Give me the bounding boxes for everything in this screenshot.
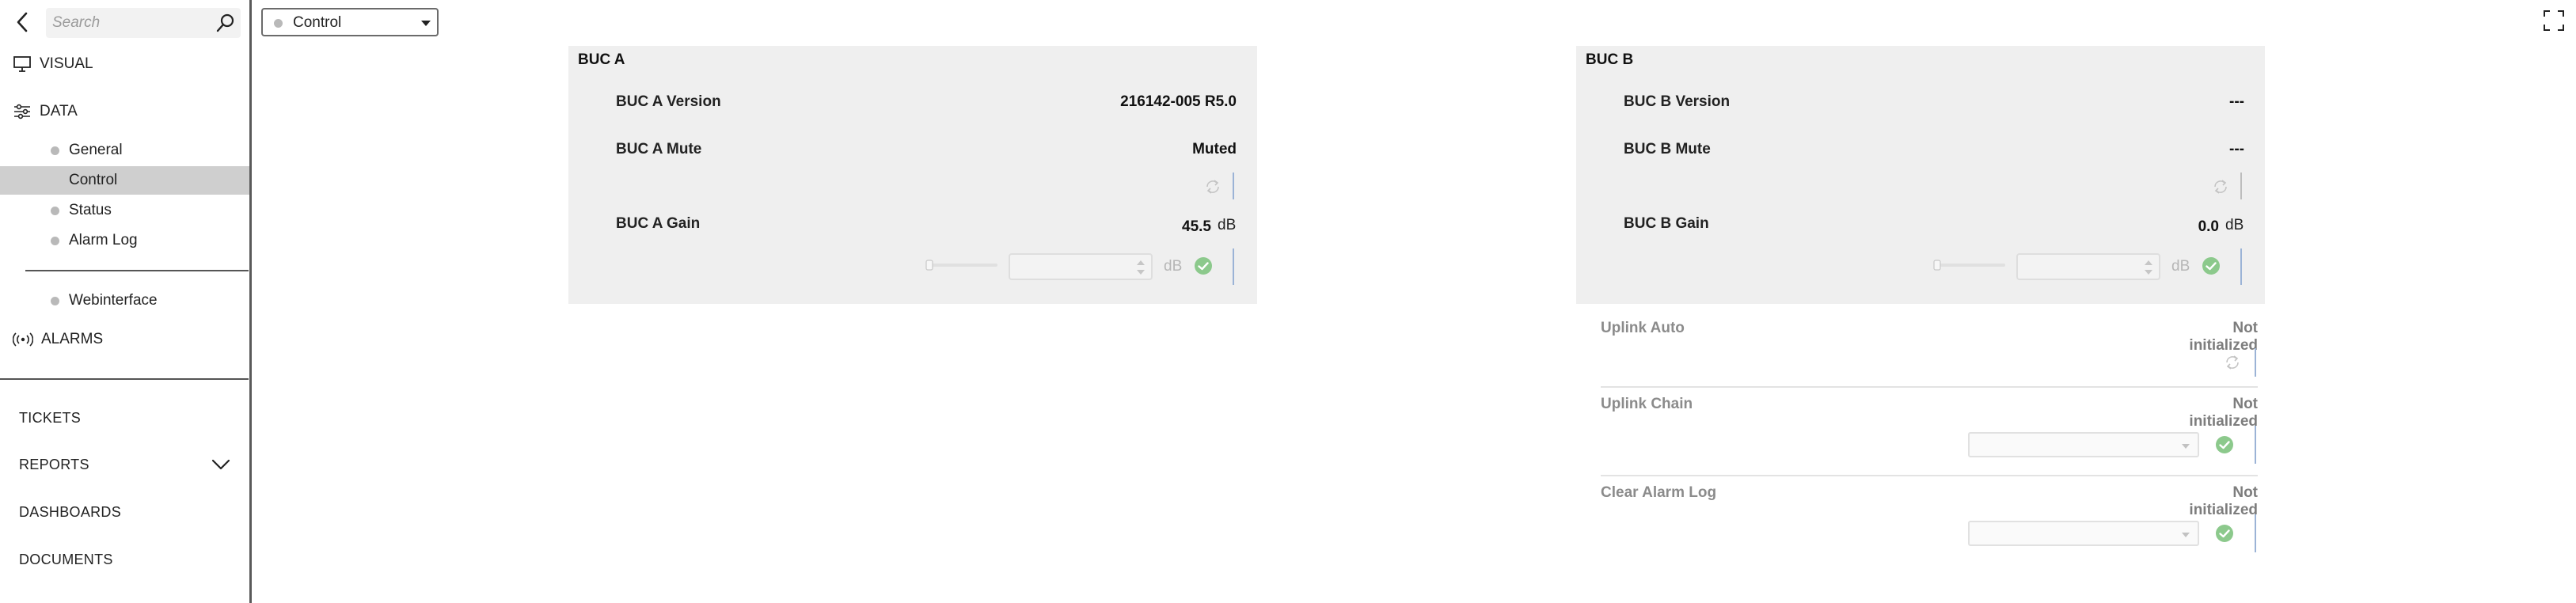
accent-line: [2240, 173, 2242, 199]
buc-b-gain-unit: dB: [2225, 217, 2244, 233]
buc-b-gain-label: BUC B Gain: [1624, 215, 1709, 232]
accent-line: [2240, 248, 2242, 285]
spin-up-icon[interactable]: [1137, 260, 1145, 265]
nav-alarms[interactable]: ALARMS: [13, 331, 103, 348]
sidebar-item-label: General: [69, 142, 123, 158]
buc-a-input-unit: dB: [1164, 258, 1183, 275]
accent-line: [2255, 426, 2256, 464]
nav-dashboards[interactable]: DASHBOARDS: [19, 504, 121, 521]
caret-down-icon: [2182, 533, 2190, 537]
accent-line: [2255, 348, 2256, 377]
sidebar-item-webinterface[interactable]: Webinterface: [0, 286, 249, 315]
check-circle-icon[interactable]: [2202, 256, 2221, 275]
sliders-icon: [14, 104, 30, 119]
buc-a-gain-value: 45.5: [1182, 218, 1211, 235]
buc-a-gain-unit: dB: [1218, 217, 1237, 233]
buc-a-title: BUC A: [578, 51, 625, 68]
refresh-icon[interactable]: [1203, 177, 1222, 196]
nav-visual[interactable]: VISUAL: [13, 55, 93, 73]
spin-down-icon[interactable]: [1137, 270, 1145, 275]
buc-a-panel: BUC A BUC A Version 216142-005 R5.0 BUC …: [568, 46, 1257, 304]
buc-a-version-label: BUC A Version: [616, 93, 721, 110]
bullet-icon: [51, 237, 59, 245]
divider: [25, 270, 249, 271]
accent-line: [2255, 514, 2256, 552]
sidebar-item-control[interactable]: Control: [0, 166, 249, 195]
nav-tickets[interactable]: TICKETS: [19, 410, 81, 427]
buc-b-panel: BUC B BUC B Version --- BUC B Mute --- B…: [1576, 46, 2265, 304]
nav-data[interactable]: DATA: [13, 103, 78, 120]
page-select[interactable]: Control: [261, 8, 439, 36]
sidebar-item-label: Control: [69, 172, 118, 188]
search-input[interactable]: [52, 8, 211, 38]
clear-alarm-log-value: Not initialized: [2189, 484, 2258, 518]
buc-b-input-unit: dB: [2171, 258, 2190, 275]
separator: [1601, 386, 2258, 388]
clear-alarm-log-label: Clear Alarm Log: [1601, 484, 1717, 501]
uplink-chain-select[interactable]: [1968, 432, 2199, 457]
search-icon[interactable]: [215, 13, 236, 33]
buc-b-mute-value: ---: [2229, 141, 2244, 157]
uplink-auto-value: Not initialized: [2189, 320, 2258, 354]
uplink-auto-label: Uplink Auto: [1601, 320, 1685, 336]
nav-alarms-label: ALARMS: [41, 331, 104, 347]
spin-up-icon[interactable]: [2145, 260, 2152, 265]
buc-b-title: BUC B: [1586, 51, 1634, 68]
nav-visual-label: VISUAL: [40, 55, 93, 72]
buc-a-gain-label: BUC A Gain: [616, 215, 701, 232]
search-box: [46, 8, 241, 38]
buc-a-version-value: 216142-005 R5.0: [1120, 93, 1237, 110]
spin-down-icon[interactable]: [2145, 270, 2152, 275]
monitor-icon: [13, 56, 31, 72]
bullet-icon: [51, 297, 59, 305]
sidebar-item-general[interactable]: General: [0, 136, 249, 165]
buc-a-mute-value: Muted: [1192, 141, 1237, 157]
bullet-icon: [51, 207, 59, 215]
buc-a-mute-label: BUC A Mute: [616, 141, 702, 157]
accent-line: [1233, 248, 1234, 285]
sidebar: VISUAL DATA General Control Status Alarm…: [0, 0, 252, 603]
caret-down-icon: [2182, 444, 2190, 449]
buc-b-mute-label: BUC B Mute: [1624, 141, 1711, 157]
bullet-icon: [274, 19, 283, 28]
uplink-chain-value: Not initialized: [2189, 396, 2258, 430]
sidebar-item-label: Alarm Log: [69, 232, 138, 248]
sidebar-item-alarm-log[interactable]: Alarm Log: [0, 226, 249, 255]
nav-data-label: DATA: [40, 103, 78, 119]
buc-b-gain-input[interactable]: [2016, 253, 2160, 280]
check-circle-icon[interactable]: [2215, 435, 2234, 454]
divider: [0, 378, 249, 380]
accent-line: [1233, 173, 1234, 199]
check-circle-icon[interactable]: [2215, 524, 2234, 543]
separator: [1601, 475, 2258, 476]
fullscreen-icon[interactable]: [2543, 9, 2565, 32]
nav-documents[interactable]: DOCUMENTS: [19, 552, 113, 568]
back-arrow-icon[interactable]: [11, 9, 35, 35]
sidebar-item-label: Webinterface: [69, 292, 158, 309]
refresh-icon[interactable]: [2211, 177, 2230, 196]
buc-a-gain-input[interactable]: [1009, 253, 1153, 280]
refresh-icon[interactable]: [2223, 353, 2242, 372]
bullet-icon: [51, 146, 59, 155]
buc-b-gain-value: 0.0: [2198, 218, 2219, 235]
broadcast-icon: [13, 332, 33, 347]
buc-b-gain-slider[interactable]: [1932, 260, 2007, 271]
caret-down-icon: [421, 21, 431, 26]
page-select-value: Control: [293, 14, 342, 31]
uplink-chain-label: Uplink Chain: [1601, 396, 1693, 412]
nav-reports[interactable]: REPORTS: [19, 457, 89, 473]
sidebar-item-status[interactable]: Status: [0, 196, 249, 225]
buc-b-version-label: BUC B Version: [1624, 93, 1731, 110]
clear-alarm-log-select[interactable]: [1968, 521, 2199, 546]
sidebar-item-label: Status: [69, 202, 112, 218]
buc-a-gain-slider[interactable]: [925, 260, 999, 271]
chevron-down-icon[interactable]: [211, 454, 231, 475]
check-circle-icon[interactable]: [1194, 256, 1213, 275]
buc-b-version-value: ---: [2229, 93, 2244, 110]
